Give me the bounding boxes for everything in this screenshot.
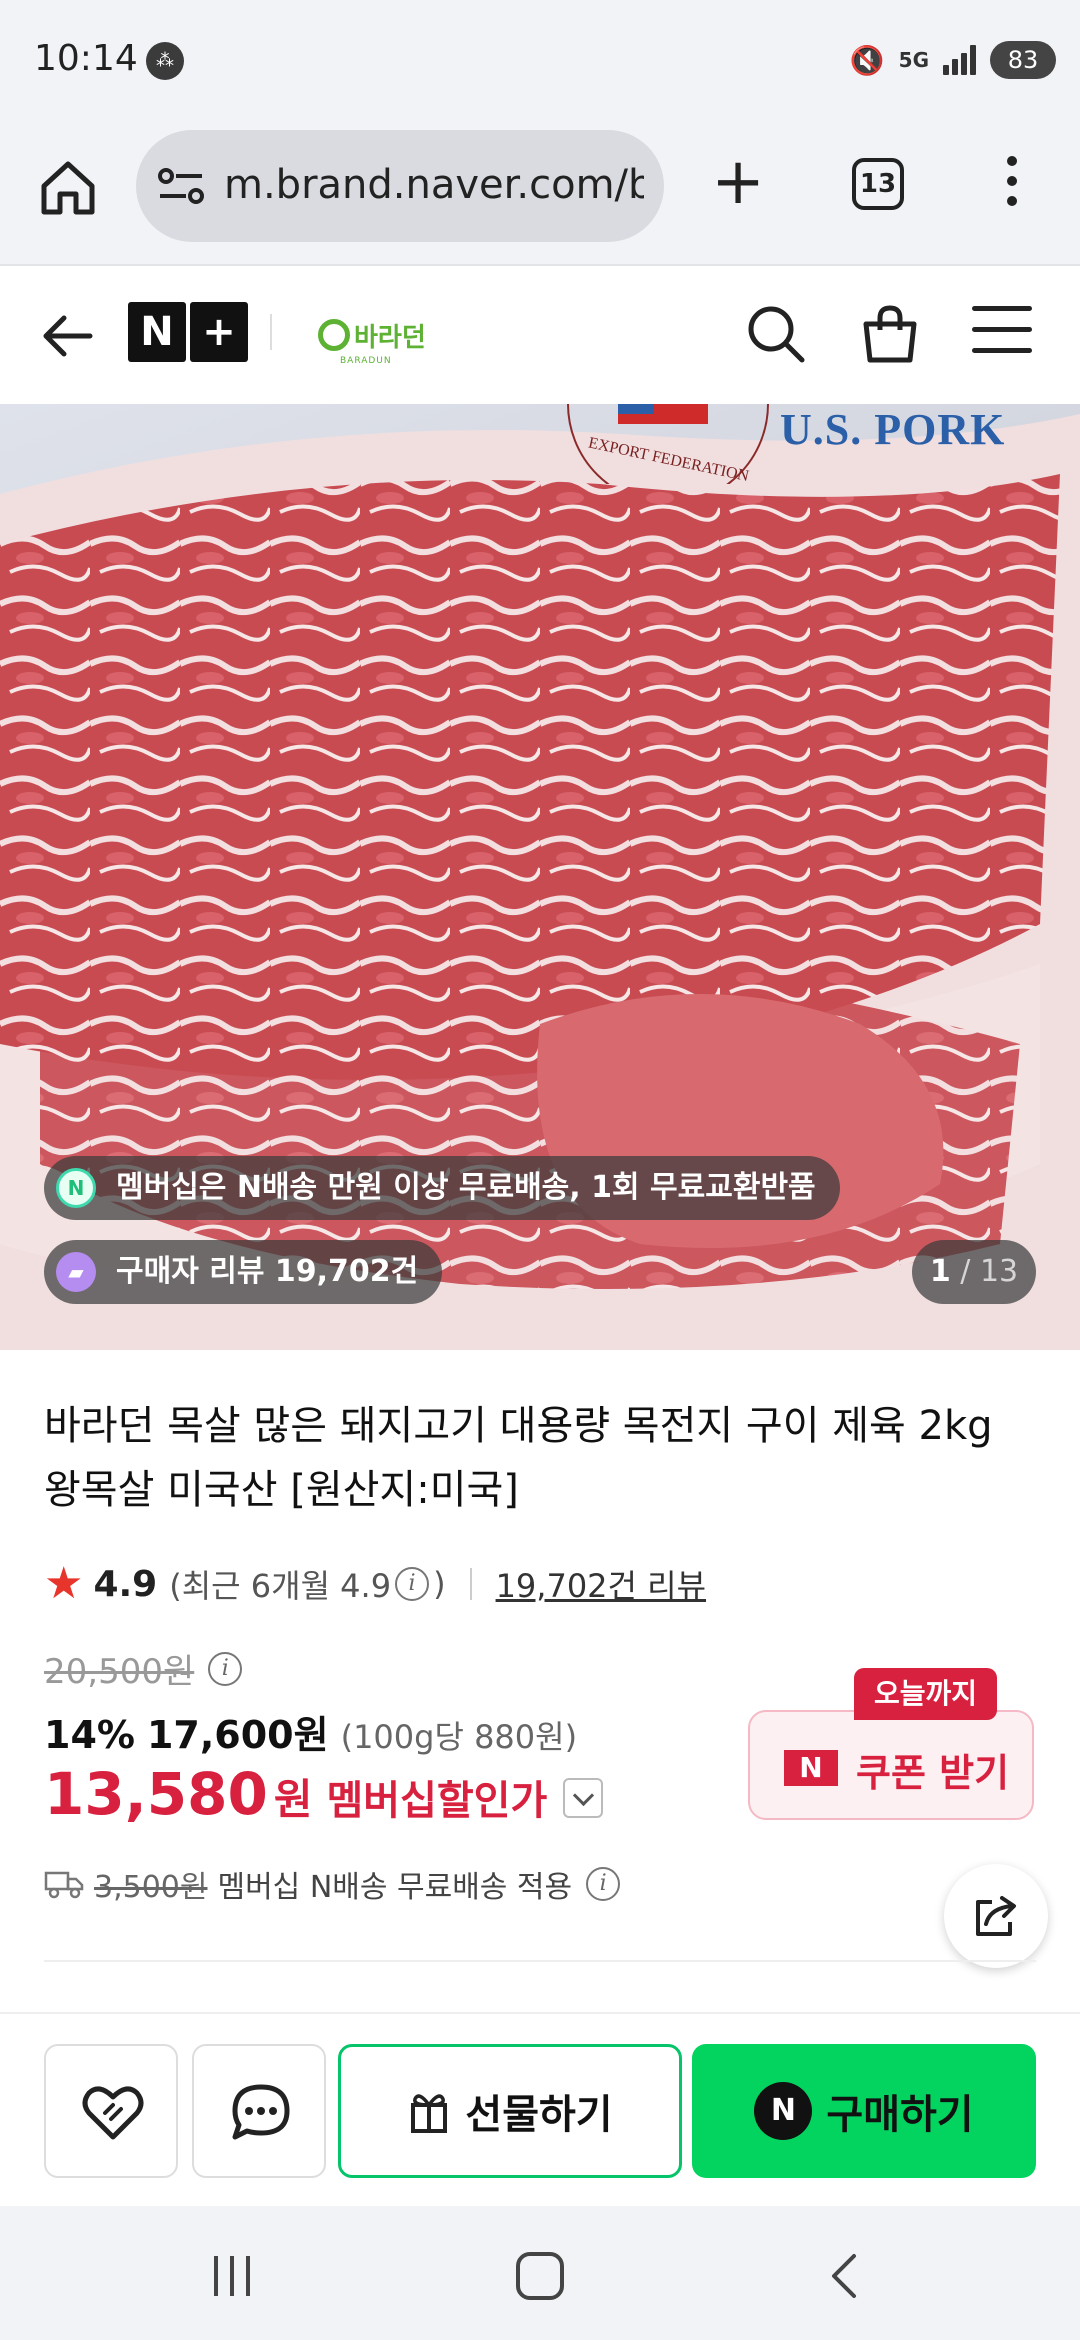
cart-button[interactable] — [858, 302, 922, 366]
membership-badge-text: 멤버십은 N배송 만원 이상 무료배송, 1회 무료교환반품 — [116, 1170, 816, 1205]
naver-plus-logo[interactable]: N + — [128, 302, 248, 362]
recent-apps-button[interactable] — [214, 2256, 264, 2296]
status-time: 10:14 — [34, 38, 138, 79]
home-icon — [41, 161, 95, 215]
browser-toolbar: m.brand.naver.com/b + 13 — [0, 120, 1080, 266]
image-page-counter: 1 / 13 — [912, 1240, 1036, 1304]
coupon-n-icon: N — [784, 1750, 838, 1786]
purchase-action-bar: 선물하기 N 구매하기 — [0, 2012, 1080, 2206]
coupon-deadline-tag: 오늘까지 — [854, 1668, 998, 1720]
naver-pay-icon: N — [754, 2082, 813, 2140]
shopping-bag-icon — [863, 305, 917, 363]
share-icon — [976, 1896, 1016, 1936]
mute-icon: 🔇 — [849, 43, 885, 77]
notification-icon: ⁂ — [146, 42, 184, 80]
system-navigation-bar — [0, 2206, 1080, 2340]
truck-icon — [44, 1871, 84, 1899]
share-button[interactable] — [944, 1864, 1048, 1968]
member-price-unit: 원 — [273, 1775, 313, 1824]
wishlist-button[interactable] — [44, 2044, 178, 2178]
tab-switcher-button[interactable]: 13 — [852, 158, 904, 210]
price-info-icon[interactable]: i — [208, 1651, 243, 1686]
address-bar[interactable]: m.brand.naver.com/b — [136, 130, 664, 242]
member-price: 13,580 — [44, 1760, 268, 1828]
site-settings-icon[interactable] — [158, 166, 204, 206]
shopping-bag-small-icon: ▰ — [56, 1252, 96, 1292]
membership-n-icon: N — [56, 1168, 96, 1208]
rating-value: 4.9 — [93, 1563, 158, 1605]
arrow-left-icon — [43, 315, 93, 357]
network-type: 5G — [898, 48, 929, 72]
product-image-carousel[interactable]: EXPORT FEDERATION U.S. PORK N 멤버십은 N배송 만… — [0, 404, 1080, 1350]
brand-name: 바라던 — [354, 322, 426, 353]
review-count-link[interactable]: 19,702건 리뷰 — [496, 1561, 706, 1607]
info-icon[interactable]: i — [395, 1567, 430, 1601]
brand-logo[interactable]: 바라던 — [318, 308, 426, 362]
system-home-button[interactable] — [516, 2252, 564, 2300]
brand-subtitle: BARADUN — [340, 356, 392, 366]
shipping-text: 멤버십 N배송 무료배송 적용 — [217, 1870, 573, 1905]
gift-button-label: 선물하기 — [465, 2092, 613, 2138]
chevron-down-icon[interactable] — [563, 1778, 604, 1818]
content-divider — [44, 1960, 1036, 1962]
new-tab-button[interactable]: + — [708, 150, 768, 216]
page-slash: / — [950, 1254, 980, 1289]
coupon-button[interactable]: N 쿠폰 받기 — [748, 1710, 1034, 1820]
product-title: 바라던 목살 많은 돼지고기 대용량 목전지 구이 제육 2kg 왕목살 미국산… — [44, 1403, 993, 1513]
buy-button-label: 구매하기 — [826, 2092, 974, 2138]
url-text[interactable]: m.brand.naver.com/b — [224, 162, 644, 208]
search-icon — [748, 306, 805, 363]
coupon-label: 쿠폰 받기 — [856, 1751, 1010, 1795]
seal-text: EXPORT FEDERATION — [587, 434, 751, 484]
original-price-row: 20,500원 i — [44, 1644, 246, 1693]
sale-price-row: 14% 17,600원 (100g당 880원) — [44, 1704, 577, 1759]
member-price-row: 13,580 원 멤버십할인가 — [44, 1760, 604, 1828]
system-back-button[interactable] — [824, 2252, 864, 2300]
gift-button[interactable]: 선물하기 — [338, 2044, 682, 2178]
hamburger-menu-button[interactable] — [972, 306, 1032, 362]
page-total: 13 — [979, 1254, 1019, 1289]
brand-logo-mark — [318, 319, 350, 351]
page-current: 1 — [929, 1254, 951, 1289]
chevron-left-icon — [832, 2254, 856, 2298]
membership-badge[interactable]: N 멤버십은 N배송 만원 이상 무료배송, 1회 무료교환반품 — [44, 1156, 840, 1220]
status-icons: 🔇 5G 83 — [850, 38, 1056, 82]
header-divider — [270, 314, 272, 350]
buy-button[interactable]: N 구매하기 — [692, 2044, 1036, 2178]
rating-row: ★ 4.9 (최근 6개월 4.9 i ) 19,702건 리뷰 — [44, 1556, 706, 1612]
heart-icon — [82, 2086, 144, 2140]
shipping-row: 3,500원 멤버십 N배송 무료배송 적용 i — [44, 1862, 624, 1906]
rating-separator — [469, 1568, 472, 1600]
star-icon: ★ — [44, 1558, 84, 1609]
back-button[interactable] — [38, 306, 98, 366]
search-button[interactable] — [744, 302, 808, 366]
browser-menu-button[interactable] — [1000, 156, 1024, 216]
status-bar: 10:14 ⁂ 🔇 5G 83 — [0, 0, 1080, 120]
export-federation-seal: EXPORT FEDERATION — [567, 404, 769, 484]
rating-recent: (최근 6개월 4.9 — [169, 1567, 392, 1605]
battery-indicator: 83 — [990, 41, 1056, 79]
shipping-original-fee: 3,500원 — [94, 1870, 208, 1905]
sale-price: 17,600원 — [146, 1713, 329, 1757]
member-price-label: 멤버십할인가 — [326, 1778, 548, 1824]
original-price: 20,500원 — [44, 1652, 195, 1692]
app-header: N + 바라던 BARADUN — [0, 266, 1080, 404]
shipping-info-icon[interactable]: i — [586, 1867, 621, 1901]
review-badge[interactable]: ▰ 구매자 리뷰 19,702건 — [44, 1240, 443, 1304]
us-pork-logo: U.S. PORK — [780, 405, 1006, 454]
discount-rate: 14% — [44, 1713, 135, 1757]
gift-icon — [411, 2094, 448, 2133]
rating-recent-close: ) — [433, 1565, 446, 1603]
review-badge-text: 구매자 리뷰 19,702건 — [116, 1254, 419, 1289]
browser-home-button[interactable] — [36, 156, 100, 220]
chat-bubble-icon — [232, 2084, 290, 2140]
chat-button[interactable] — [192, 2044, 326, 2178]
logo-plus: + — [190, 302, 248, 362]
signal-icon — [943, 45, 976, 75]
logo-n: N — [128, 302, 186, 362]
unit-price: (100g당 880원) — [340, 1718, 578, 1756]
